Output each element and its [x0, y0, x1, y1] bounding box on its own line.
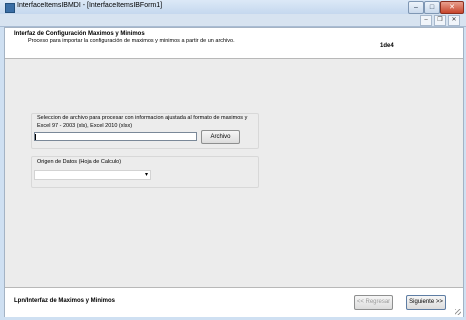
wizard-form: Interfaz de Configuración Maximos y Mini… — [4, 27, 464, 317]
mdi-close-button[interactable]: ✕ — [448, 15, 460, 26]
minimize-button[interactable]: – — [408, 1, 424, 14]
file-path-input[interactable] — [34, 132, 197, 141]
browse-file-button[interactable]: Archivo — [201, 130, 240, 144]
app-window: InterfaceItemsIBMDI - [InterfaceItemsIBF… — [0, 0, 466, 320]
back-button[interactable]: << Regresar — [354, 295, 393, 310]
data-origin-label: Origen de Datos (Hoja de Calculo) — [37, 159, 122, 165]
sheet-dropdown[interactable]: ▾ — [34, 170, 151, 180]
file-selection-label: Seleccion de archivo para procesar con i… — [37, 114, 267, 130]
footer-title: Lpn/Interfaz de Maximos y Minimos — [14, 298, 116, 304]
mdi-child-bar: – ❐ ✕ — [0, 14, 466, 27]
header-title: Interfaz de Configuración Maximos y Mini… — [14, 31, 145, 37]
file-label-line1: Seleccion de archivo para procesar con i… — [37, 115, 248, 121]
wizard-header: Interfaz de Configuración Maximos y Mini… — [5, 28, 463, 59]
text-caret — [35, 134, 36, 140]
wizard-footer: Lpn/Interfaz de Maximos y Minimos << Reg… — [5, 287, 463, 317]
step-indicator: 1de4 — [380, 43, 394, 49]
mdi-restore-button[interactable]: ❐ — [434, 15, 446, 26]
file-label-line2: Excel 97 - 2003 (xls), Excel 2010 (xlsx) — [37, 123, 133, 129]
mdi-minimize-button[interactable]: – — [420, 15, 432, 26]
window-title: InterfaceItemsIBMDI - [InterfaceItemsIBF… — [17, 2, 163, 9]
header-subtitle: Proceso para importar la configuración d… — [28, 38, 235, 44]
close-button[interactable]: ✕ — [440, 1, 464, 14]
app-icon — [5, 3, 15, 13]
resize-grip-icon[interactable] — [455, 309, 461, 315]
title-bar[interactable]: InterfaceItemsIBMDI - [InterfaceItemsIBF… — [0, 0, 466, 14]
next-button[interactable]: Siguiente >> — [406, 295, 446, 310]
chevron-down-icon[interactable]: ▾ — [145, 171, 148, 180]
maximize-button[interactable]: □ — [424, 1, 440, 14]
